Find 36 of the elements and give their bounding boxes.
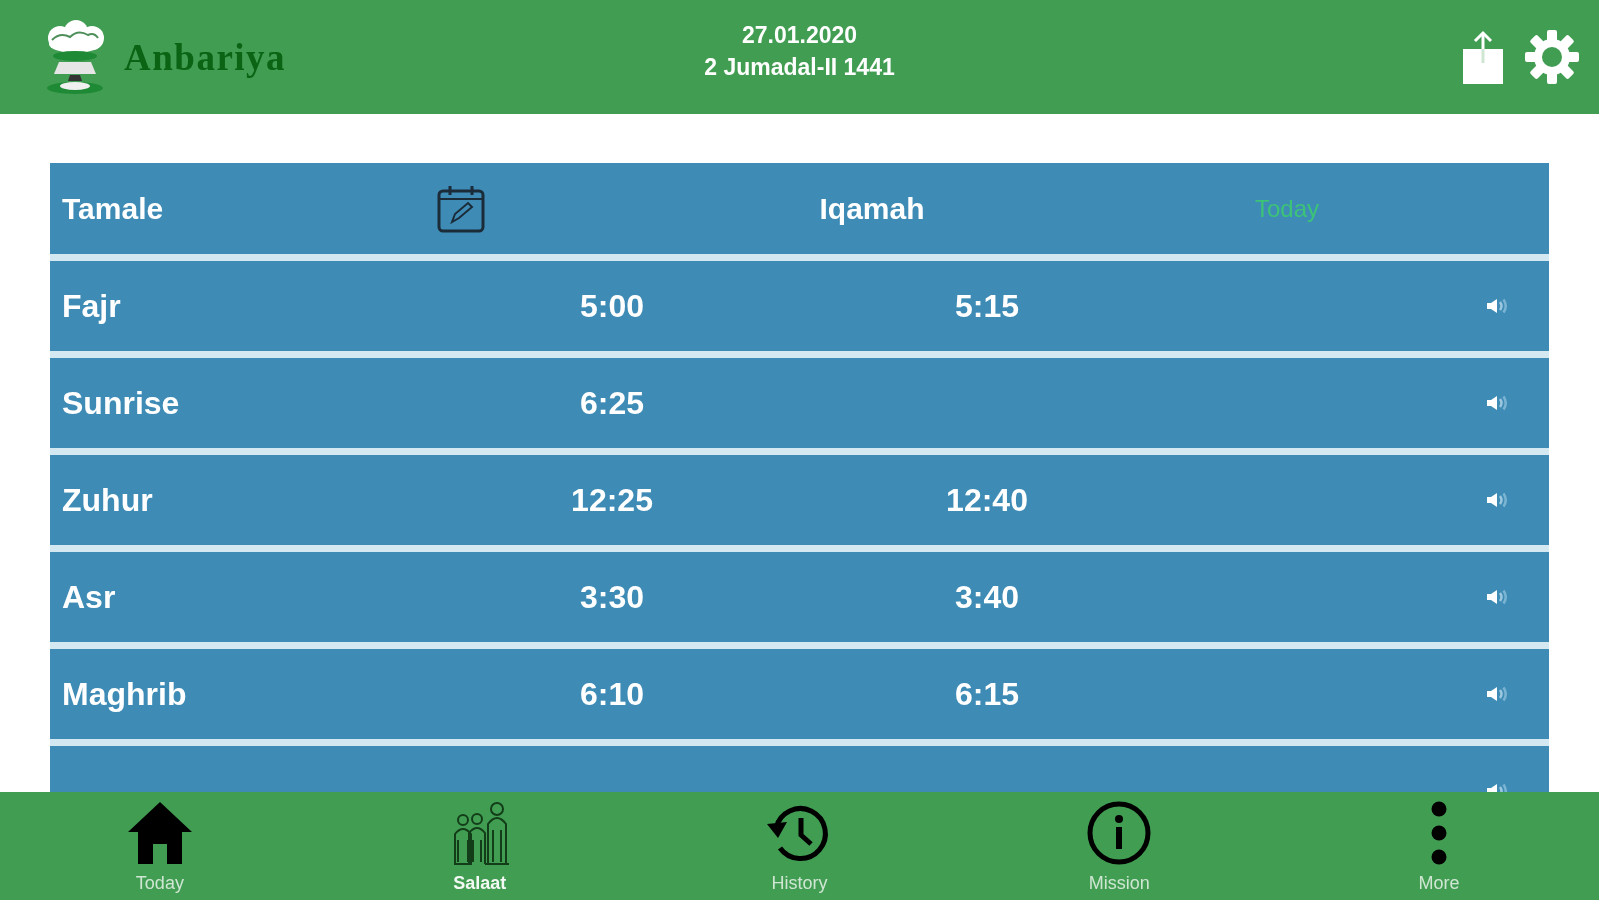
prayer-name: Asr — [62, 578, 116, 617]
info-icon — [1086, 800, 1153, 866]
home-icon — [126, 800, 193, 866]
speaker-icon[interactable] — [1486, 686, 1508, 702]
iqamah-time: 12:40 — [946, 481, 1028, 520]
prayer-time: 5:00 — [579, 287, 644, 326]
prayer-name: Fajr — [62, 287, 121, 326]
prayer-time: 3:30 — [579, 578, 644, 617]
speaker-icon[interactable] — [1486, 492, 1508, 508]
prayer-name: Sunrise — [62, 384, 180, 423]
tab-item[interactable]: Mission — [1086, 800, 1153, 895]
day-label: Today — [1254, 193, 1319, 224]
gregorian-date: 27.01.2020 — [741, 21, 858, 50]
location-name: Tamale — [62, 191, 164, 227]
more-icon — [1431, 800, 1448, 866]
prayer-time: 12:25 — [571, 481, 653, 520]
speaker-icon[interactable] — [1486, 298, 1508, 314]
prayer-time: 6:25 — [579, 384, 644, 423]
calendar-edit-icon[interactable] — [436, 183, 486, 234]
tab-item[interactable]: Salaat — [446, 800, 513, 895]
prayer-name: Zuhur — [62, 481, 153, 520]
iqamah-time: 6:15 — [954, 675, 1019, 714]
iqamah-time: 3:40 — [954, 578, 1019, 617]
iqamah-heading: Iqamah — [819, 191, 925, 227]
prayer-name: Maghrib — [62, 675, 187, 714]
settings-icon[interactable] — [1525, 30, 1579, 84]
tab-item[interactable]: More — [1418, 800, 1460, 895]
hijri-date: 2 Jumadal-II 1441 — [704, 53, 895, 82]
speaker-icon[interactable] — [1486, 395, 1508, 411]
tab-item[interactable]: Today — [126, 800, 193, 895]
app-name: Anbariya — [124, 38, 287, 76]
prayer-time: 6:10 — [579, 675, 644, 714]
share-icon[interactable] — [1461, 29, 1505, 85]
iqamah-time: 5:15 — [954, 287, 1019, 326]
tab-item[interactable]: History — [766, 800, 833, 895]
speaker-icon[interactable] — [1486, 589, 1508, 605]
